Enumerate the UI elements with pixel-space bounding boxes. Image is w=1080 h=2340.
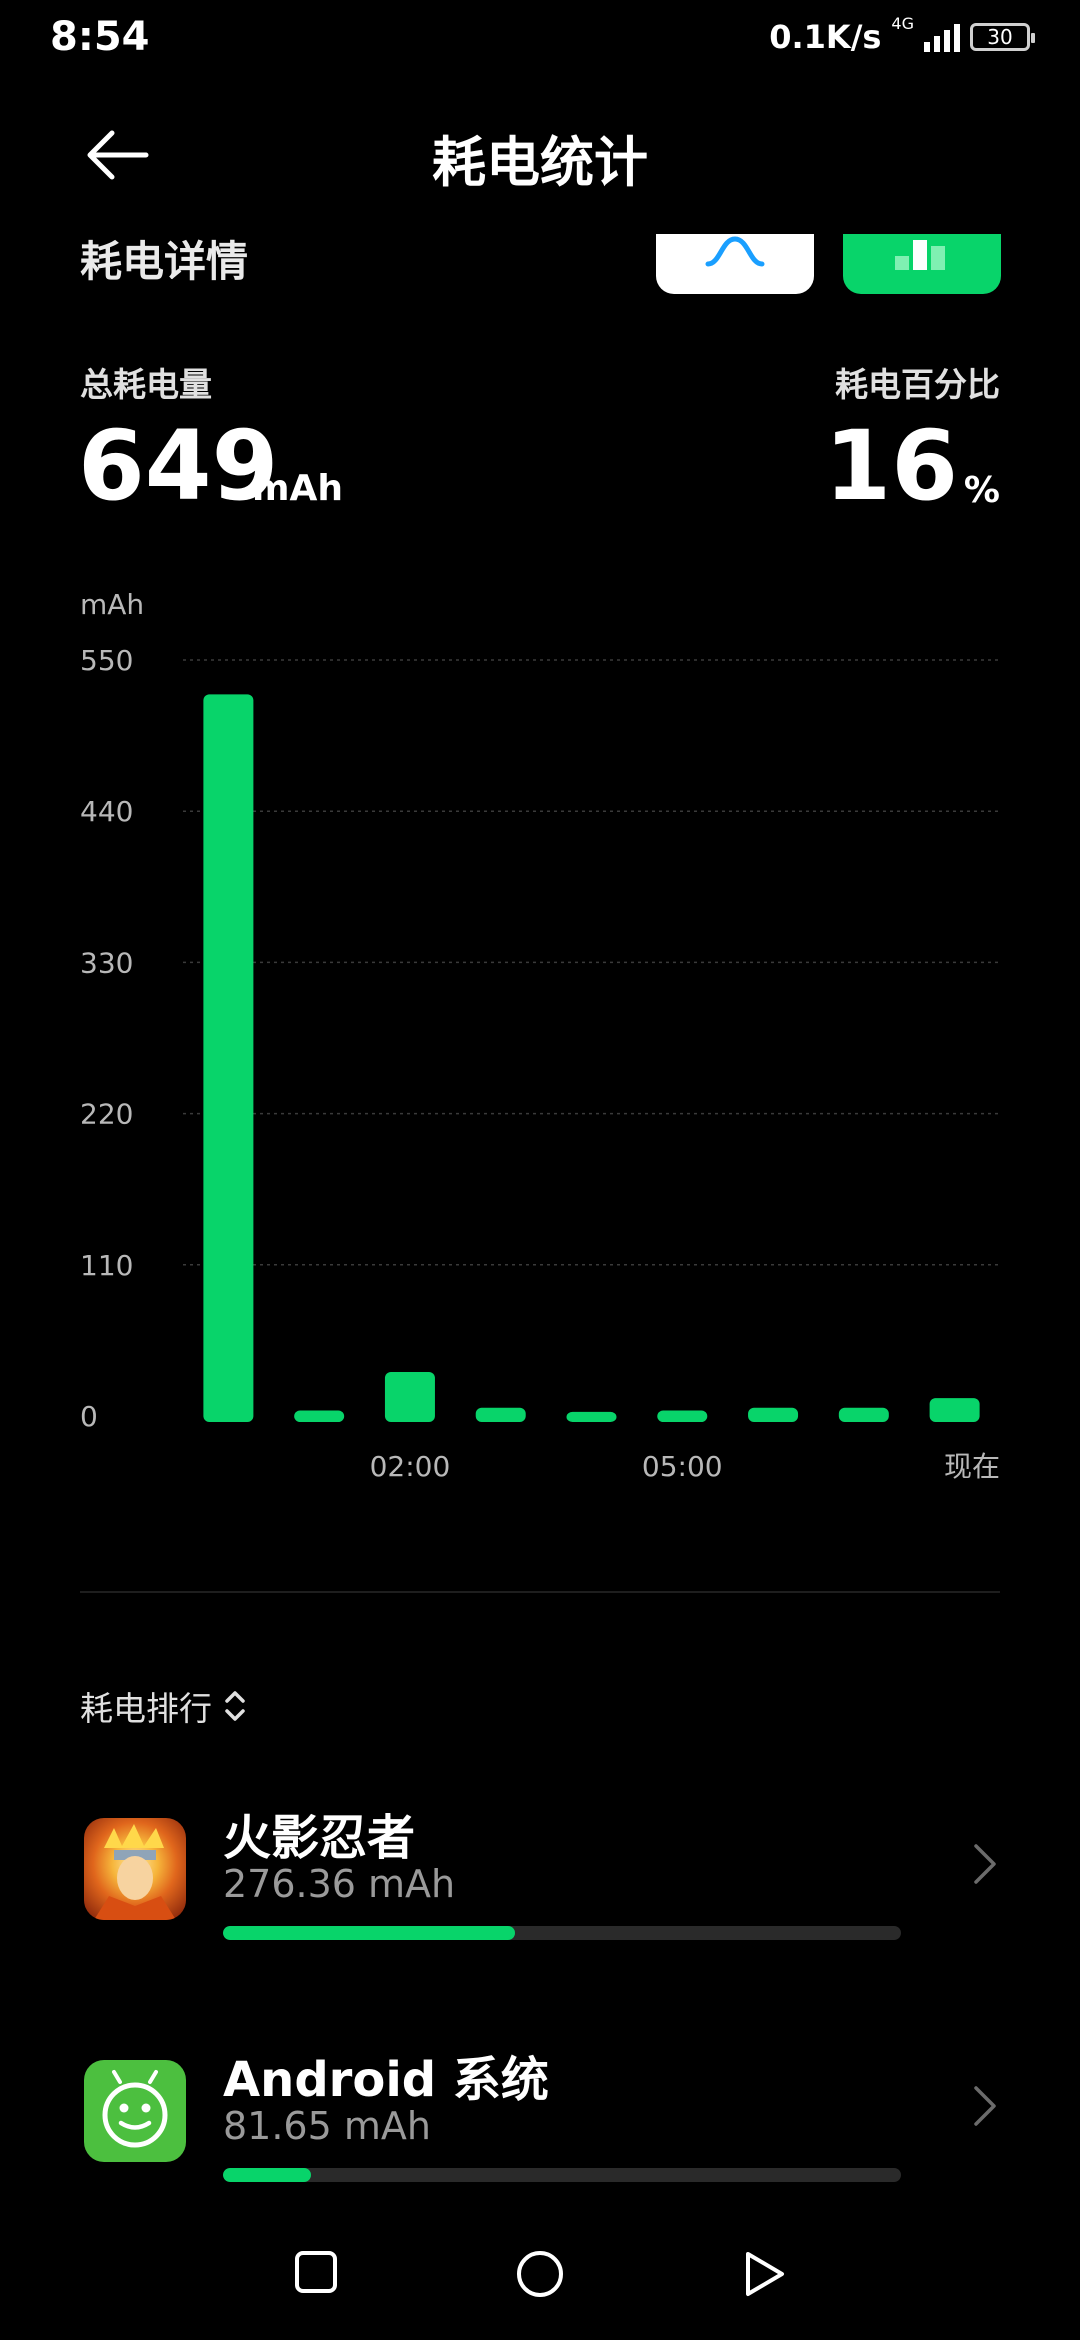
triangle-back-icon[interactable] (742, 2250, 786, 2298)
network-type: 4G (891, 13, 914, 33)
bar (929, 1398, 980, 1422)
y-tick-label: 550 (80, 644, 133, 677)
usage-progress-bar (223, 2168, 901, 2182)
x-tick-label: 现在 (944, 1450, 1000, 1483)
bar (748, 1407, 799, 1422)
chevron-right-icon (974, 2086, 996, 2126)
page-title: 耗电统计 (432, 131, 648, 194)
square-recents-icon[interactable] (294, 2250, 338, 2294)
battery-icon: 30 (970, 23, 1035, 51)
bar (203, 694, 254, 1422)
ranking-sort-control[interactable]: 耗电排行 (80, 1682, 248, 1730)
battery-level: 30 (987, 25, 1013, 49)
bar (384, 1372, 435, 1422)
y-tick-label: 440 (80, 795, 133, 828)
total-usage-unit: mAh (252, 468, 344, 509)
line-chart-toggle-button[interactable] (656, 234, 814, 294)
android-app-icon (84, 2060, 186, 2162)
y-tick-label: 110 (80, 1249, 133, 1282)
naruto-app-icon (84, 1818, 186, 1920)
total-usage-label: 总耗电量 (80, 365, 212, 404)
ranking-label: 耗电排行 (80, 1689, 212, 1728)
signal-icon (924, 22, 960, 52)
app-name: Android 系统 (223, 2052, 549, 2108)
y-tick-label: 0 (80, 1400, 98, 1433)
usage-progress-fill (223, 2168, 312, 2182)
y-tick-label: 220 (80, 1098, 133, 1131)
usage-percent-value: 16 (824, 410, 958, 522)
app-usage: 81.65 mAh (223, 2104, 431, 2148)
network-speed: 0.1K/s (769, 18, 882, 56)
chevron-right-icon (974, 1844, 996, 1884)
bar (294, 1410, 345, 1422)
usage-percent-unit: % (963, 470, 1000, 511)
bar (838, 1407, 889, 1422)
app-usage: 276.36 mAh (223, 1862, 456, 1906)
line-chart-icon (705, 236, 765, 267)
usage-progress-bar (223, 1926, 901, 1940)
bar (475, 1407, 526, 1422)
y-axis-unit-label: mAh (80, 588, 144, 621)
bar (657, 1410, 708, 1422)
status-indicators: 0.1K/s 4G 30 (769, 14, 1035, 56)
app-row-android[interactable]: Android 系统 81.65 mAh (80, 2040, 1000, 2240)
bar (566, 1411, 617, 1422)
total-usage-value: 649 (78, 410, 279, 522)
section-title-details: 耗电详情 (80, 237, 249, 286)
bar-chart-toggle-button[interactable] (843, 234, 1001, 294)
app-name: 火影忍者 (223, 1810, 416, 1866)
y-tick-label: 330 (80, 946, 133, 979)
x-tick-label: 05:00 (642, 1450, 723, 1483)
x-tick-label: 02:00 (370, 1450, 451, 1483)
sort-updown-icon (225, 1691, 245, 1721)
usage-progress-fill (223, 1926, 515, 1940)
bar-chart-icon (895, 240, 945, 270)
divider (80, 1591, 1000, 1593)
status-time: 8:54 (50, 14, 150, 60)
usage-percent-label: 耗电百分比 (835, 365, 1000, 404)
usage-bar-chart: mAh 550 440 330 220 110 0 02:00 05:00 现在 (80, 588, 1000, 1483)
app-row-naruto[interactable]: 火影忍者 276.36 mAh (80, 1798, 1000, 1998)
circle-home-icon[interactable] (516, 2250, 564, 2298)
